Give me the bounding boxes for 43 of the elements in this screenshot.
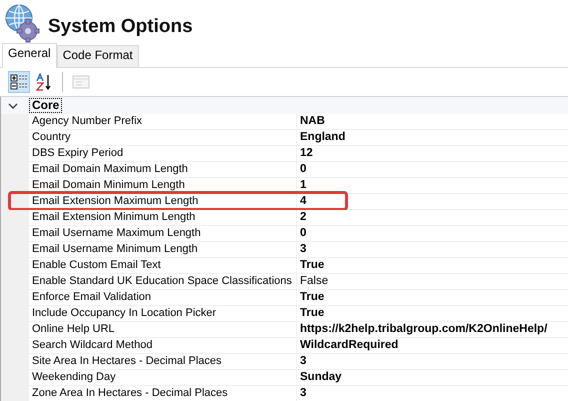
property-pages-icon bbox=[72, 73, 90, 91]
category-label[interactable]: Core bbox=[29, 98, 62, 113]
property-name[interactable]: Weekending Day bbox=[29, 370, 297, 386]
property-name[interactable]: Agency Number Prefix bbox=[29, 114, 297, 130]
property-value[interactable]: 3 bbox=[297, 354, 568, 370]
property-value[interactable]: 4 bbox=[297, 194, 568, 210]
tab[interactable]: Code Format bbox=[56, 45, 139, 67]
property-name[interactable]: Email Domain Maximum Length bbox=[29, 162, 297, 178]
property-value[interactable]: True bbox=[297, 306, 568, 322]
globe-gear-icon bbox=[4, 3, 40, 43]
property-name[interactable]: Include Occupancy In Location Picker bbox=[29, 306, 297, 322]
property-value[interactable]: WildcardRequired bbox=[297, 338, 568, 354]
property-name[interactable]: Email Username Minimum Length bbox=[29, 242, 297, 258]
categorized-view-icon bbox=[10, 73, 28, 91]
property-value[interactable]: 3 bbox=[297, 242, 568, 258]
property-value[interactable]: England bbox=[297, 130, 568, 146]
property-name[interactable]: Enable Standard UK Education Space Classifications bbox=[29, 274, 297, 290]
property-value[interactable]: https://k2help.tribalgroup.com/K2OnlineHelp/ bbox=[297, 322, 568, 338]
property-name[interactable]: Enforce Email Validation bbox=[29, 290, 297, 306]
property-name[interactable]: Site Area In Hectares - Decimal Places bbox=[29, 354, 297, 370]
property-value[interactable]: NAB bbox=[297, 114, 568, 130]
property-name[interactable]: Enable Custom Email Text bbox=[29, 258, 297, 274]
property-value[interactable]: 3 bbox=[297, 386, 568, 401]
property-name[interactable]: Email Username Maximum Length bbox=[29, 226, 297, 242]
property-value[interactable]: 0 bbox=[297, 226, 568, 242]
property-value[interactable]: False bbox=[297, 274, 568, 290]
categorized-view-button[interactable] bbox=[8, 71, 30, 93]
window-title: System Options bbox=[48, 15, 193, 38]
property-name[interactable]: Search Wildcard Method bbox=[29, 338, 297, 354]
property-value[interactable]: 2 bbox=[297, 210, 568, 226]
property-value[interactable]: 0 bbox=[297, 162, 568, 178]
tab[interactable]: General bbox=[2, 43, 57, 68]
sort-az-icon bbox=[35, 73, 53, 91]
property-name[interactable]: Zone Area In Hectares - Decimal Places bbox=[29, 386, 297, 401]
property-name[interactable]: Online Help URL bbox=[29, 322, 297, 338]
property-value[interactable]: True bbox=[297, 258, 568, 274]
property-name[interactable]: DBS Expiry Period bbox=[29, 146, 297, 162]
property-name[interactable]: Country bbox=[29, 130, 297, 146]
property-value[interactable]: Sunday bbox=[297, 370, 568, 386]
property-name[interactable]: Email Extension Minimum Length bbox=[29, 210, 297, 226]
property-value[interactable]: 1 bbox=[297, 178, 568, 194]
property-value[interactable]: 12 bbox=[297, 146, 568, 162]
property-value[interactable]: True bbox=[297, 290, 568, 306]
